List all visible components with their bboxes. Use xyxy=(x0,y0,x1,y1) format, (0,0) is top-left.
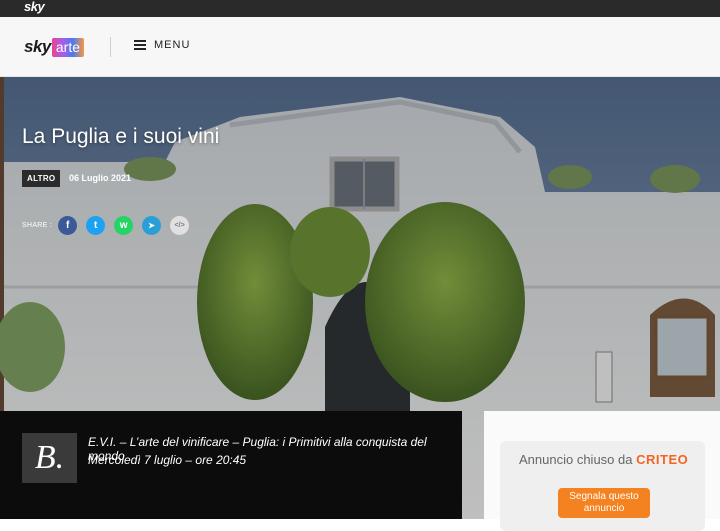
whatsapp-icon[interactable]: w xyxy=(114,216,134,235)
program-badge: B. xyxy=(22,433,77,483)
facebook-icon[interactable]: f xyxy=(58,216,78,235)
share-bar: SHARE : f t w ➤ </> xyxy=(22,216,198,235)
article-title: La Puglia e i suoi vini xyxy=(22,125,220,148)
logo-sky-text: sky xyxy=(24,37,51,56)
ad-closed-text: Annuncio chiuso da CRITEO xyxy=(519,452,688,467)
menu-button[interactable]: MENU xyxy=(134,39,190,51)
sky-arte-logo[interactable]: sky arte xyxy=(24,37,84,57)
menu-label: MENU xyxy=(154,39,191,51)
category-tag[interactable]: ALTRO xyxy=(22,170,61,187)
article-date: 06 Luglio 2021 xyxy=(69,173,132,183)
share-label: SHARE : xyxy=(22,222,53,229)
embed-icon[interactable]: </> xyxy=(170,216,190,235)
twitter-icon[interactable]: t xyxy=(86,216,106,235)
ad-slot: Annuncio chiuso da CRITEO Segnala questo… xyxy=(484,411,720,531)
sky-brand[interactable]: sky xyxy=(24,0,45,13)
header-divider xyxy=(110,37,111,57)
program-promo[interactable]: B. E.V.I. – L’arte del vinificare – Pugl… xyxy=(0,411,462,519)
criteo-logo: CRITEO xyxy=(636,452,689,467)
ad-closed-label: Annuncio chiuso da xyxy=(519,452,633,467)
logo-arte-text: arte xyxy=(51,37,84,57)
promo-schedule: Mercoledì 7 luglio – ore 20:45 xyxy=(88,453,247,467)
report-ad-button[interactable]: Segnala questo annuncio xyxy=(558,488,650,518)
top-bar: sky xyxy=(0,0,720,17)
site-header: sky arte MENU xyxy=(0,17,720,77)
telegram-icon[interactable]: ➤ xyxy=(142,216,162,235)
hamburger-icon xyxy=(134,40,146,50)
